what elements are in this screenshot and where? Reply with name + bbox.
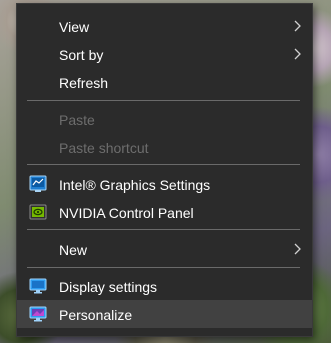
menu-item-sort-by[interactable]: Sort by [17, 40, 312, 68]
menu-item-label: Personalize [59, 307, 133, 323]
menu-item-paste: Paste [17, 105, 312, 133]
menu-item-label: Sort by [59, 47, 104, 63]
menu-item-label: View [59, 19, 90, 35]
menu-item-label: Paste shortcut [59, 140, 149, 156]
menu-item-label: NVIDIA Control Panel [59, 205, 194, 221]
chevron-right-icon [294, 20, 301, 32]
menu-item-label: Intel® Graphics Settings [59, 177, 211, 193]
display-settings-icon [29, 278, 47, 294]
menu-item-display-settings[interactable]: Display settings [17, 272, 312, 300]
personalize-icon [29, 306, 47, 322]
intel-graphics-icon [29, 175, 47, 192]
menu-separator [27, 229, 300, 230]
menu-item-new[interactable]: New [17, 235, 312, 263]
menu-item-view[interactable]: View [17, 12, 312, 40]
menu-item-paste-shortcut: Paste shortcut [17, 133, 312, 161]
menu-item-personalize[interactable]: Personalize [17, 300, 312, 328]
menu-item-intel-graphics-settings[interactable]: Intel® Graphics Settings [17, 170, 312, 198]
menu-separator [27, 100, 300, 101]
menu-item-nvidia-control-panel[interactable]: NVIDIA Control Panel [17, 198, 312, 226]
chevron-right-icon [294, 243, 301, 255]
menu-item-refresh[interactable]: Refresh [17, 68, 312, 96]
nvidia-icon [29, 204, 47, 220]
chevron-right-icon [294, 48, 301, 60]
menu-item-label: New [59, 242, 88, 258]
menu-item-label: Refresh [59, 75, 109, 91]
menu-item-label: Display settings [59, 279, 158, 295]
menu-separator [27, 267, 300, 268]
desktop-context-menu: View Sort by Refresh Paste Paste shortcu… [16, 3, 313, 337]
menu-item-label: Paste [59, 112, 95, 128]
menu-separator [27, 164, 300, 165]
